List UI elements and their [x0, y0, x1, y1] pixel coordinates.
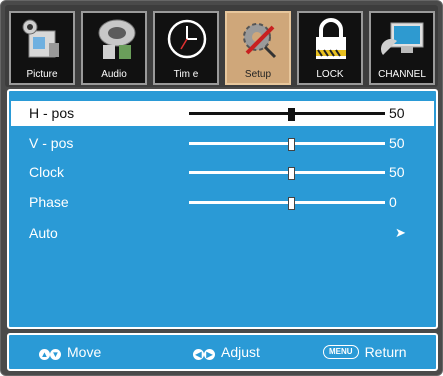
move-hint: ▲ ▼ Move — [39, 344, 101, 360]
setup-icon — [243, 23, 277, 59]
channel-icon — [381, 22, 424, 55]
setting-label: Clock — [29, 164, 65, 180]
picture-icon — [22, 19, 59, 58]
tab-label: Audio — [101, 69, 127, 80]
adjust-label: Adjust — [221, 344, 260, 360]
tab-audio[interactable]: Audio — [81, 11, 147, 85]
clock-icon — [167, 19, 207, 59]
slider-thumb[interactable] — [287, 138, 295, 151]
tab-lock[interactable]: LOCK — [297, 11, 363, 85]
setting-v-pos[interactable]: V - pos 50 — [11, 131, 434, 156]
setting-label: Auto — [29, 225, 58, 241]
adjust-hint: ◀ ▶ Adjust — [193, 344, 260, 360]
move-label: Move — [67, 344, 102, 360]
slider-thumb[interactable] — [287, 108, 295, 121]
setting-phase[interactable]: Phase 0 — [11, 190, 434, 215]
return-hint: MENU Return — [323, 344, 407, 360]
arrow-right-icon[interactable]: ➤ — [395, 225, 406, 241]
setting-value: 50 — [389, 135, 405, 151]
tab-label: Tim e — [173, 69, 199, 80]
slider-track[interactable] — [189, 138, 385, 151]
tab-picture[interactable]: Picture — [9, 11, 75, 85]
tab-channel[interactable]: CHANNEL — [369, 11, 435, 85]
tab-bar: Picture Audio Tim e Setup LOCK CHANNEL — [5, 5, 438, 87]
tab-label: Setup — [244, 69, 272, 80]
setting-label: V - pos — [29, 135, 74, 151]
tab-setup[interactable]: Setup — [225, 11, 291, 85]
setting-label: Phase — [29, 194, 69, 210]
up-down-icon: ▲ ▼ — [39, 349, 61, 360]
tab-label: LOCK — [316, 69, 344, 80]
tab-label: Picture — [26, 69, 58, 80]
help-bar: ▲ ▼ Move ◀ ▶ Adjust MENU Return — [7, 333, 438, 371]
return-label: Return — [364, 344, 407, 360]
tab-time[interactable]: Tim e — [153, 11, 219, 85]
setting-auto[interactable]: Auto ➤ — [11, 221, 434, 246]
setting-label: H - pos — [29, 105, 75, 121]
osd-menu: Picture Audio Tim e Setup LOCK CHANNEL H… — [0, 0, 443, 376]
setting-h-pos[interactable]: H - pos 50 — [11, 101, 434, 126]
setting-value: 50 — [389, 105, 405, 121]
lock-icon — [316, 18, 346, 59]
setting-clock[interactable]: Clock 50 — [11, 160, 434, 185]
slider-thumb[interactable] — [287, 167, 295, 180]
menu-key-icon: MENU — [323, 345, 359, 359]
slider-track[interactable] — [189, 167, 385, 180]
audio-icon — [98, 19, 136, 59]
left-right-icon: ◀ ▶ — [193, 344, 215, 360]
setup-panel: H - pos 50 V - pos 50 Clock 50 Phase 0 A… — [7, 89, 438, 329]
slider-thumb[interactable] — [287, 197, 295, 210]
tab-label: CHANNEL — [378, 69, 426, 80]
setting-value: 0 — [389, 194, 397, 210]
slider-track[interactable] — [189, 197, 385, 210]
slider-track[interactable] — [189, 108, 385, 121]
setting-value: 50 — [389, 164, 405, 180]
